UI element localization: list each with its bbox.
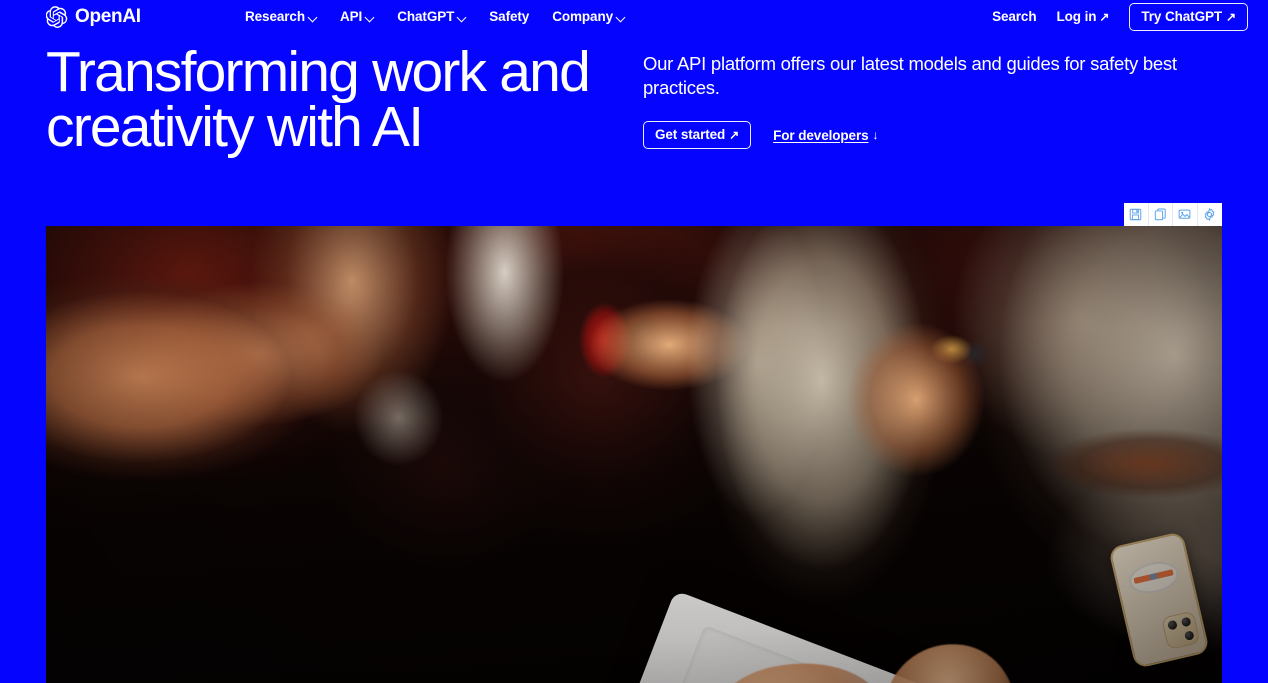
brand-name: OpenAI: [75, 6, 141, 27]
page-title: Transforming work and creativity with AI: [46, 44, 626, 156]
nav-item-safety-label: Safety: [489, 9, 530, 24]
nav-item-chatgpt-label: ChatGPT: [397, 9, 455, 24]
top-navigation-bar: OpenAI Research API ChatGPT Safety Compa…: [0, 0, 1268, 34]
nav-item-company-label: Company: [552, 9, 614, 24]
brand-logo-link[interactable]: OpenAI: [45, 5, 141, 29]
login-link[interactable]: Log in ↗: [1057, 8, 1110, 26]
hero-subheadline: Our API platform offers our latest model…: [643, 53, 1177, 98]
arrow-up-right-icon: ↗: [1226, 9, 1236, 24]
hero-action-row: Get started ↗ For developers ↓: [643, 121, 1223, 149]
chevron-down-icon: [365, 14, 374, 23]
login-label: Log in: [1056, 9, 1097, 24]
nav-item-safety[interactable]: Safety: [489, 8, 529, 26]
hero-description-block: Our API platform offers our latest model…: [643, 52, 1223, 149]
openai-logo-icon: [45, 6, 68, 29]
try-chatgpt-label: Try ChatGPT: [1141, 9, 1223, 24]
arrow-up-right-icon: ↗: [1099, 10, 1110, 24]
nav-item-chatgpt[interactable]: ChatGPT: [397, 8, 466, 26]
nav-item-research-label: Research: [245, 9, 305, 24]
nav-item-api[interactable]: API: [340, 8, 374, 26]
try-chatgpt-button[interactable]: Try ChatGPT ↗: [1129, 3, 1248, 31]
page-root: OpenAI Research API ChatGPT Safety Compa…: [0, 0, 1268, 683]
secondary-nav-actions: Search Log in ↗ Try ChatGPT ↗: [992, 3, 1248, 31]
arrow-down-icon: ↓: [872, 128, 879, 142]
nav-item-api-label: API: [340, 9, 363, 24]
settings-icon[interactable]: [1197, 203, 1222, 226]
for-developers-label: For developers: [773, 127, 869, 143]
get-started-button[interactable]: Get started ↗: [643, 121, 752, 149]
chevron-down-icon: [457, 14, 466, 23]
hero-headline-block: Transforming work and creativity with AI: [46, 44, 626, 156]
search-label: Search: [992, 9, 1037, 24]
primary-nav-links: Research API ChatGPT Safety Company: [245, 8, 625, 26]
arrow-up-right-icon: ↗: [729, 127, 740, 142]
nav-item-research[interactable]: Research: [245, 8, 317, 26]
chevron-down-icon: [616, 14, 625, 23]
image-toolbar: [1124, 203, 1222, 226]
get-started-label: Get started: [655, 127, 726, 142]
nav-item-company[interactable]: Company: [552, 8, 625, 26]
photo-vignette-layer: [46, 226, 1222, 683]
save-icon[interactable]: [1124, 203, 1149, 226]
search-button[interactable]: Search: [992, 8, 1037, 26]
chevron-down-icon: [308, 14, 317, 23]
hero-image: [46, 226, 1222, 683]
headline-line-2: creativity with AI: [46, 95, 424, 159]
for-developers-link[interactable]: For developers ↓: [773, 128, 878, 143]
copy-icon[interactable]: [1148, 203, 1173, 226]
image-icon[interactable]: [1173, 203, 1198, 226]
